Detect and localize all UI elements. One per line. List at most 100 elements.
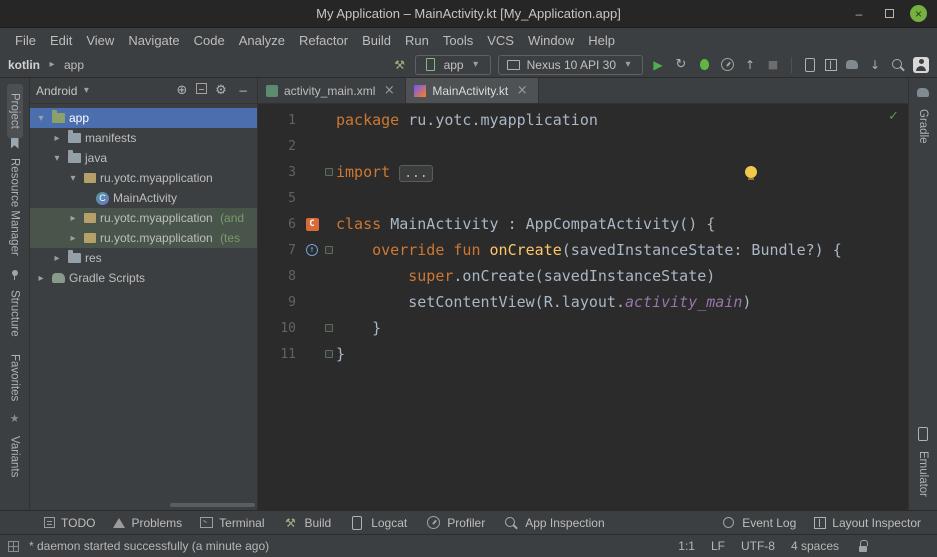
settings-gear-icon[interactable] bbox=[213, 83, 229, 99]
collapse-all-icon[interactable] bbox=[196, 83, 207, 94]
code-line-10[interactable]: 10 } bbox=[258, 315, 908, 341]
tool-button-project[interactable]: Project bbox=[7, 84, 23, 138]
fold-marker-icon[interactable] bbox=[325, 246, 333, 254]
fold-marker-icon[interactable] bbox=[325, 168, 333, 176]
chevron-down-icon[interactable] bbox=[50, 151, 64, 165]
code-line-8[interactable]: 8 super.onCreate(savedInstanceState) bbox=[258, 263, 908, 289]
gradle-icon[interactable] bbox=[915, 84, 931, 100]
tool-button-resource-manager[interactable]: Resource Manager bbox=[7, 149, 23, 265]
breadcrumb-kotlin[interactable]: kotlin bbox=[8, 58, 40, 72]
menu-help[interactable]: Help bbox=[581, 31, 622, 50]
code-editor[interactable]: 1 package ru.yotc.myapplication 2 3 impo… bbox=[258, 104, 908, 510]
tree-item-mainactivity[interactable]: MainActivity bbox=[30, 188, 257, 208]
code-line-2[interactable]: 2 bbox=[258, 133, 908, 159]
chevron-right-icon[interactable] bbox=[50, 131, 64, 145]
menu-code[interactable]: Code bbox=[187, 31, 232, 50]
tree-item-java[interactable]: java bbox=[30, 148, 257, 168]
lock-icon[interactable] bbox=[855, 538, 871, 554]
code-line-5[interactable]: 5 bbox=[258, 185, 908, 211]
tool-button-favorites[interactable]: Favorites bbox=[7, 345, 23, 410]
menu-file[interactable]: File bbox=[8, 31, 43, 50]
code-line-3[interactable]: 3 import ... bbox=[258, 159, 908, 185]
profile-avatar[interactable] bbox=[913, 57, 929, 73]
tool-button-emulator[interactable]: Emulator bbox=[915, 442, 931, 506]
stop-button[interactable] bbox=[765, 57, 781, 73]
menu-navigate[interactable]: Navigate bbox=[121, 31, 186, 50]
layout-inspector-icon[interactable] bbox=[825, 59, 837, 71]
overriding-method-icon[interactable] bbox=[306, 244, 318, 256]
build-hammer-icon[interactable] bbox=[392, 57, 408, 73]
tool-button-logcat[interactable]: Logcat bbox=[341, 513, 415, 533]
code-line-7[interactable]: 7 override fun onCreate(savedInstanceSta… bbox=[258, 237, 908, 263]
run-config-select[interactable]: app bbox=[415, 55, 491, 75]
menu-vcs[interactable]: VCS bbox=[480, 31, 521, 50]
tool-button-gradle[interactable]: Gradle bbox=[915, 100, 931, 153]
code-line-1[interactable]: 1 package ru.yotc.myapplication bbox=[258, 107, 908, 133]
chevron-right-icon[interactable] bbox=[50, 251, 64, 265]
close-tab-icon[interactable] bbox=[381, 83, 397, 99]
tool-button-problems[interactable]: Problems bbox=[105, 514, 190, 532]
tree-item-manifests[interactable]: manifests bbox=[30, 128, 257, 148]
tool-button-layout-inspector[interactable]: Layout Inspector bbox=[806, 514, 929, 532]
tool-button-profiler[interactable]: Profiler bbox=[417, 513, 493, 533]
tab-mainactivity-kt[interactable]: MainActivity.kt bbox=[406, 78, 539, 103]
fold-marker-icon[interactable] bbox=[325, 324, 333, 332]
intention-bulb-icon[interactable] bbox=[745, 166, 757, 178]
minimize-button[interactable] bbox=[850, 5, 868, 23]
tree-item-res[interactable]: res bbox=[30, 248, 257, 268]
menu-refactor[interactable]: Refactor bbox=[292, 31, 355, 50]
tree-item-package-test[interactable]: ru.yotc.myapplication (tes bbox=[30, 228, 257, 248]
chevron-right-icon[interactable] bbox=[66, 211, 80, 225]
profiler-button[interactable] bbox=[719, 57, 735, 73]
menu-view[interactable]: View bbox=[79, 31, 121, 50]
tree-item-gradle-scripts[interactable]: Gradle Scripts bbox=[30, 268, 257, 288]
search-icon[interactable] bbox=[890, 57, 906, 73]
class-icon[interactable] bbox=[306, 218, 319, 231]
code-line-11[interactable]: 11 } bbox=[258, 341, 908, 367]
status-message[interactable]: * daemon started successfully (a minute … bbox=[29, 539, 269, 553]
file-encoding[interactable]: UTF-8 bbox=[741, 539, 775, 553]
star-icon[interactable] bbox=[7, 411, 23, 427]
bookmark-icon[interactable] bbox=[11, 138, 19, 149]
line-separator[interactable]: LF bbox=[711, 539, 725, 553]
tool-button-variants[interactable]: Variants bbox=[7, 427, 23, 486]
chevron-down-icon[interactable] bbox=[66, 171, 80, 185]
locate-file-icon[interactable] bbox=[174, 83, 190, 99]
chevron-right-icon[interactable] bbox=[66, 231, 80, 245]
chevron-down-icon[interactable] bbox=[34, 111, 48, 125]
folded-imports[interactable]: ... bbox=[399, 165, 432, 182]
menu-run[interactable]: Run bbox=[398, 31, 436, 50]
menu-edit[interactable]: Edit bbox=[43, 31, 79, 50]
close-button[interactable] bbox=[910, 5, 927, 22]
tree-item-package-androidtest[interactable]: ru.yotc.myapplication (and bbox=[30, 208, 257, 228]
tool-button-event-log[interactable]: Event Log bbox=[712, 513, 804, 533]
device-manager-icon[interactable] bbox=[802, 57, 818, 73]
gradle-sync-icon[interactable] bbox=[844, 57, 860, 73]
hide-panel-icon[interactable] bbox=[235, 83, 251, 99]
emulator-phone-icon[interactable] bbox=[915, 426, 931, 442]
caret-position[interactable]: 1:1 bbox=[678, 539, 695, 553]
menu-tools[interactable]: Tools bbox=[436, 31, 480, 50]
run-button[interactable] bbox=[650, 57, 666, 73]
tool-button-build[interactable]: Build bbox=[275, 513, 340, 533]
menu-build[interactable]: Build bbox=[355, 31, 398, 50]
tree-item-app[interactable]: app bbox=[30, 108, 257, 128]
device-select[interactable]: Nexus 10 API 30 bbox=[498, 55, 643, 75]
chevron-right-icon[interactable] bbox=[34, 271, 48, 285]
horizontal-scrollbar[interactable] bbox=[170, 503, 255, 507]
tool-button-app-inspection[interactable]: App Inspection bbox=[495, 513, 612, 533]
debug-button[interactable] bbox=[696, 57, 712, 73]
maximize-button[interactable] bbox=[880, 5, 898, 23]
project-view-selector[interactable]: Android bbox=[36, 84, 77, 98]
tool-button-structure[interactable]: Structure bbox=[7, 281, 23, 346]
sdk-manager-icon[interactable] bbox=[867, 57, 883, 73]
tree-item-package-main[interactable]: ru.yotc.myapplication bbox=[30, 168, 257, 188]
code-line-9[interactable]: 9 setContentView(R.layout.activity_main) bbox=[258, 289, 908, 315]
breadcrumb-app[interactable]: app bbox=[64, 58, 84, 72]
fold-marker-icon[interactable] bbox=[325, 350, 333, 358]
pin-icon[interactable] bbox=[7, 265, 23, 281]
menu-window[interactable]: Window bbox=[521, 31, 581, 50]
tab-activity-main-xml[interactable]: activity_main.xml bbox=[258, 78, 406, 103]
close-tab-icon[interactable] bbox=[514, 83, 530, 99]
indent-setting[interactable]: 4 spaces bbox=[791, 539, 839, 553]
